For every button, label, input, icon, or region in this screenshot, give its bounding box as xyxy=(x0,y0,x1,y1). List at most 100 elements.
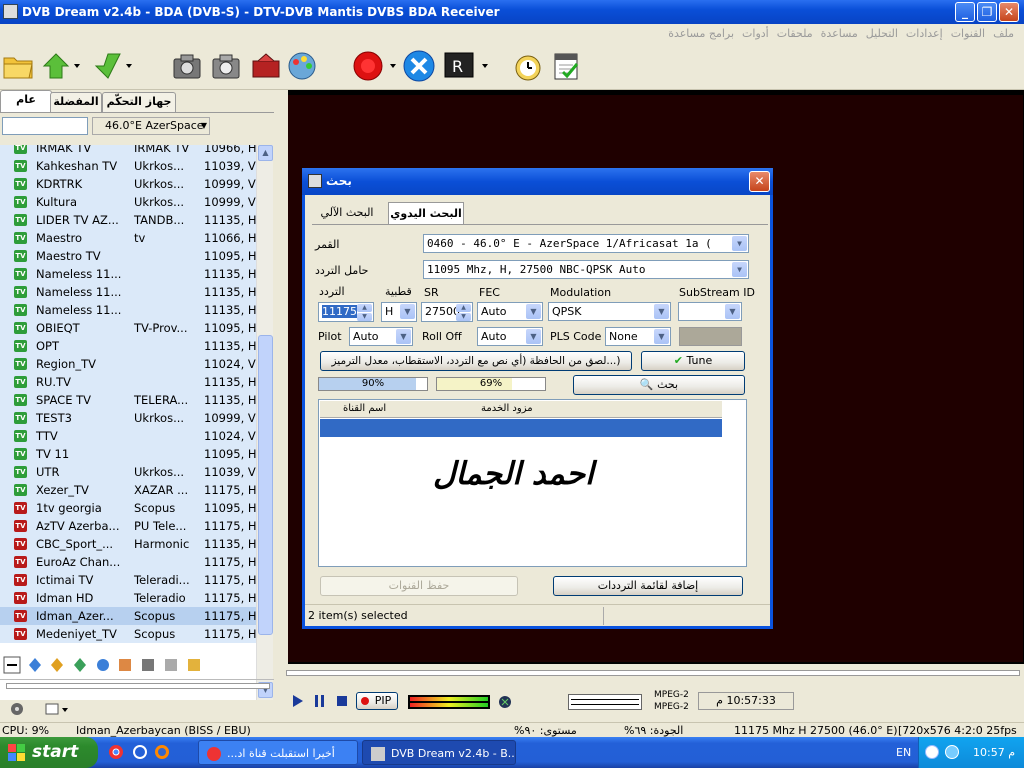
channel-list-scrollbar[interactable]: ▲ ▼ xyxy=(256,145,273,700)
dialog-close-button[interactable]: ✕ xyxy=(749,171,770,192)
alarm-clock-icon[interactable] xyxy=(512,50,544,82)
close-button[interactable]: ✕ xyxy=(999,2,1019,22)
channel-row[interactable]: TV Maestro tv 11066, H xyxy=(0,229,256,247)
restore-button[interactable]: ❐ xyxy=(977,2,997,22)
menu-utilities[interactable]: برامج مساعدة xyxy=(664,24,738,44)
tune-button[interactable]: ✔ Tune xyxy=(641,351,745,371)
tab-remote[interactable]: جهاز التحكّم xyxy=(102,92,176,112)
pause-icon[interactable] xyxy=(314,694,326,711)
polarity-combo[interactable]: H ▼ xyxy=(381,302,417,322)
scroll-thumb[interactable] xyxy=(258,335,273,635)
remote-icon[interactable]: R xyxy=(442,50,488,82)
minimize-button[interactable]: _ xyxy=(955,2,975,22)
channel-row[interactable]: TV EuroAz Chan... 11175, H xyxy=(0,553,256,571)
rolloff-combo[interactable]: Auto ▼ xyxy=(477,327,543,346)
menu-help[interactable]: مساعدة xyxy=(817,24,862,44)
settings-gear-icon[interactable] xyxy=(8,700,68,721)
scroll-up-icon[interactable]: ▲ xyxy=(258,145,273,161)
channel-row[interactable]: TV OBIEQT TV-Prov... 11095, H xyxy=(0,319,256,337)
fec-combo[interactable]: Auto ▼ xyxy=(477,302,543,321)
save-channels-button[interactable]: حفظ القنوات xyxy=(320,576,518,596)
channel-row[interactable]: TV Nameless 11... 11135, H xyxy=(0,283,256,301)
open-folder-icon[interactable] xyxy=(2,50,34,82)
start-button[interactable]: start xyxy=(0,737,98,768)
tab-auto-search[interactable]: البحث الآلي xyxy=(316,203,378,223)
channel-list[interactable]: TV IRMAK TV IRMAK TV 10966, H TV Kahkeshan TV… xyxy=(0,145,256,700)
record-icon[interactable] xyxy=(352,50,396,82)
language-indicator[interactable]: EN xyxy=(896,737,911,768)
channel-row[interactable]: TV Idman_Azer... Scopus 11175, H xyxy=(0,607,256,625)
channel-row[interactable]: TV 1tv georgia Scopus 11095, H xyxy=(0,499,256,517)
channel-row[interactable]: TV IRMAK TV IRMAK TV 10966, H xyxy=(0,145,256,157)
channel-row[interactable]: TV Nameless 11... 11135, H xyxy=(0,301,256,319)
news-icon[interactable] xyxy=(551,50,583,82)
channel-row[interactable]: TV Region_TV 11024, V xyxy=(0,355,256,373)
globe-icon[interactable] xyxy=(498,695,512,712)
channel-row[interactable]: TV Nameless 11... 11135, H xyxy=(0,265,256,283)
firefox-icon[interactable] xyxy=(154,744,170,763)
channel-filter-input[interactable] xyxy=(2,117,88,135)
substream-combo[interactable]: ▼ xyxy=(678,302,742,321)
menu-analysis[interactable]: التحليل xyxy=(862,24,902,44)
menu-settings[interactable]: إعدادات xyxy=(902,24,947,44)
spin-down-icon[interactable]: ▼ xyxy=(456,313,471,321)
channel-row[interactable]: TV RU.TV 11135, H xyxy=(0,373,256,391)
ie-icon[interactable] xyxy=(132,744,148,763)
channel-row[interactable]: TV OPT 11135, H xyxy=(0,337,256,355)
channel-row[interactable]: TV TV 11 11095, H xyxy=(0,445,256,463)
palette-icon[interactable] xyxy=(286,50,318,82)
results-row-selected[interactable] xyxy=(320,419,722,437)
symbolrate-stepper[interactable]: 27500 ▲ ▼ xyxy=(421,302,473,322)
results-list[interactable]: اسم القناة مزود الخدمة احمد الجمال xyxy=(318,399,747,567)
channel-row[interactable]: TV AzTV Azerba... PU Tele... 11175, H xyxy=(0,517,256,535)
play-icon[interactable] xyxy=(292,694,304,711)
channel-row[interactable]: TV KDRTRK Ukrkos... 10999, V xyxy=(0,175,256,193)
channel-row[interactable]: TV Maestro TV 11095, H xyxy=(0,247,256,265)
spin-up-icon[interactable]: ▲ xyxy=(456,304,471,312)
tab-general[interactable]: عام xyxy=(0,90,52,112)
tray-arrow-icon[interactable] xyxy=(925,745,939,759)
channel-row[interactable]: TV SPACE TV TELERA... 11135, H xyxy=(0,391,256,409)
toolbox-icon[interactable] xyxy=(250,50,282,82)
pip-button[interactable]: PIP xyxy=(356,692,398,710)
channel-row[interactable]: TV Kahkeshan TV Ukrkos... 11039, V xyxy=(0,157,256,175)
menu-file[interactable]: ملف xyxy=(989,24,1018,44)
chrome-icon[interactable] xyxy=(108,744,124,763)
up-arrow-icon[interactable] xyxy=(40,50,80,82)
pls-combo[interactable]: None ▼ xyxy=(605,327,671,346)
menu-tools[interactable]: أدوات xyxy=(738,24,773,44)
taskbar-browser[interactable]: ...أخيرا استقبلت قناة اد xyxy=(198,740,358,765)
channel-row[interactable]: TV CBC_Sport_... Harmonic 11135, H xyxy=(0,535,256,553)
menu-channels[interactable]: القنوات xyxy=(947,24,989,44)
paste-from-clipboard-button[interactable]: (...لصق من الحافظة (أي نص مع التردد، الا… xyxy=(320,351,632,371)
channel-row[interactable]: TV LIDER TV AZ... TANDB... 11135, H xyxy=(0,211,256,229)
modulation-combo[interactable]: QPSK ▼ xyxy=(548,302,671,321)
satellite-select[interactable]: 46.0°E AzerSpace ▼ xyxy=(92,117,210,135)
search-button[interactable]: 🔍 بحث xyxy=(573,375,745,395)
channel-row[interactable]: TV Idman HD Teleradio 11175, H xyxy=(0,589,256,607)
channel-row[interactable]: TV Medeniyet_TV Scopus 11175, H xyxy=(0,625,256,643)
channel-row[interactable]: TV Xezer_TV XAZAR ... 11175, H xyxy=(0,481,256,499)
taskbar-dvbdream[interactable]: DVB Dream v2.4b - B... xyxy=(362,740,516,765)
channel-row[interactable]: TV TEST3 Ukrkos... 10999, V xyxy=(0,409,256,427)
channel-row[interactable]: TV Ictimai TV Teleradi... 11175, H xyxy=(0,571,256,589)
col-provider[interactable]: مزود الخدمة xyxy=(481,403,533,414)
satellite-combo[interactable]: 0460 - 46.0° E - AzerSpace 1/Africasat 1… xyxy=(423,234,749,253)
channel-row[interactable]: TV Kultura Ukrkos... 10999, V xyxy=(0,193,256,211)
volume-slider[interactable] xyxy=(6,683,270,689)
frequency-stepper[interactable]: 11175 ▲ ▼ xyxy=(318,302,374,322)
seek-slider[interactable] xyxy=(286,670,1020,676)
panel-splitter[interactable] xyxy=(278,90,288,722)
channel-row[interactable]: TV UTR Ukrkos... 11039, V xyxy=(0,463,256,481)
stop-x-icon[interactable] xyxy=(403,50,435,82)
down-arrow-icon[interactable] xyxy=(92,50,132,82)
transponder-combo[interactable]: 11095 Mhz, H, 27500 NBC-QPSK Auto ▼ xyxy=(423,260,749,279)
tab-favorites[interactable]: المفضلة xyxy=(50,92,102,112)
stop-icon[interactable] xyxy=(336,695,348,710)
pilot-combo[interactable]: Auto ▼ xyxy=(349,327,413,346)
add-to-transponder-list-button[interactable]: إضافة لقائمة الترددات xyxy=(553,576,743,596)
tab-manual-search[interactable]: البحث اليدوي xyxy=(388,202,464,224)
channel-row[interactable]: TV TTV 11024, V xyxy=(0,427,256,445)
spin-down-icon[interactable]: ▼ xyxy=(357,313,372,321)
camera-icon[interactable] xyxy=(171,50,203,82)
